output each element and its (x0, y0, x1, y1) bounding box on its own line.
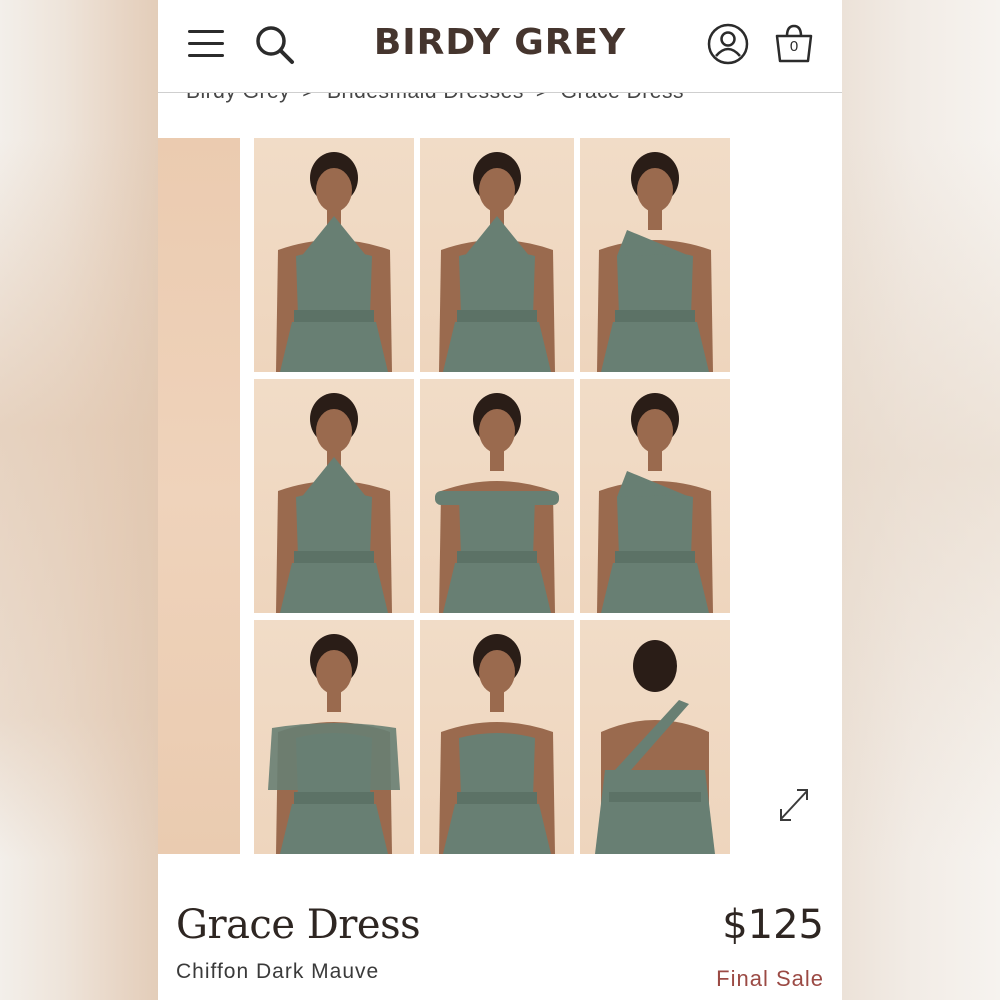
mobile-page: Birdy Grey>Bridesmaid Dresses>Grace Dres… (158, 0, 842, 1000)
model-figure (439, 634, 555, 854)
dress-style-thumbnail-one-shoulder-back[interactable] (580, 620, 730, 854)
blurred-background-right (842, 0, 1000, 1000)
model-figure (276, 152, 392, 372)
model-figure (595, 640, 715, 854)
product-variant: Chiffon Dark Mauve (176, 960, 380, 983)
site-header: BIRDY GREY 0 (158, 0, 842, 93)
model-figure (268, 634, 400, 854)
model-figure (597, 393, 713, 613)
expand-image-icon[interactable] (776, 786, 812, 824)
dress-style-thumbnail-one-shoulder-drape[interactable] (580, 379, 730, 613)
dress-style-thumbnail-halter-v[interactable] (254, 379, 414, 613)
account-icon[interactable] (706, 22, 750, 66)
bag-count-badge: 0 (789, 38, 799, 55)
model-figure (439, 152, 555, 372)
final-sale-label: Final Sale (716, 966, 824, 991)
dress-style-thumbnail-twisted-halter[interactable] (420, 138, 574, 372)
dress-style-thumbnail-criss-cross-halter[interactable] (254, 138, 414, 372)
brand-logo[interactable]: BIRDY GREY (338, 22, 662, 63)
model-figure (435, 393, 559, 613)
product-price: $125 (722, 902, 824, 948)
model-figure (597, 152, 713, 372)
product-title: Grace Dress (176, 902, 421, 948)
previous-gallery-image[interactable] (158, 138, 240, 854)
blurred-background-left (0, 0, 158, 1000)
dress-style-thumbnail-strapless-sweetheart[interactable] (420, 620, 574, 854)
dress-style-thumbnail-one-shoulder-sweetheart[interactable] (580, 138, 730, 372)
menu-icon[interactable] (186, 26, 226, 60)
dress-style-thumbnail-off-the-shoulder[interactable] (420, 379, 574, 613)
dress-style-thumbnail-flutter-sleeve[interactable] (254, 620, 414, 854)
dress-style-image-grid[interactable] (254, 138, 732, 854)
model-figure (276, 393, 392, 613)
shopping-bag-icon[interactable]: 0 (772, 22, 816, 66)
search-icon[interactable] (254, 24, 296, 66)
